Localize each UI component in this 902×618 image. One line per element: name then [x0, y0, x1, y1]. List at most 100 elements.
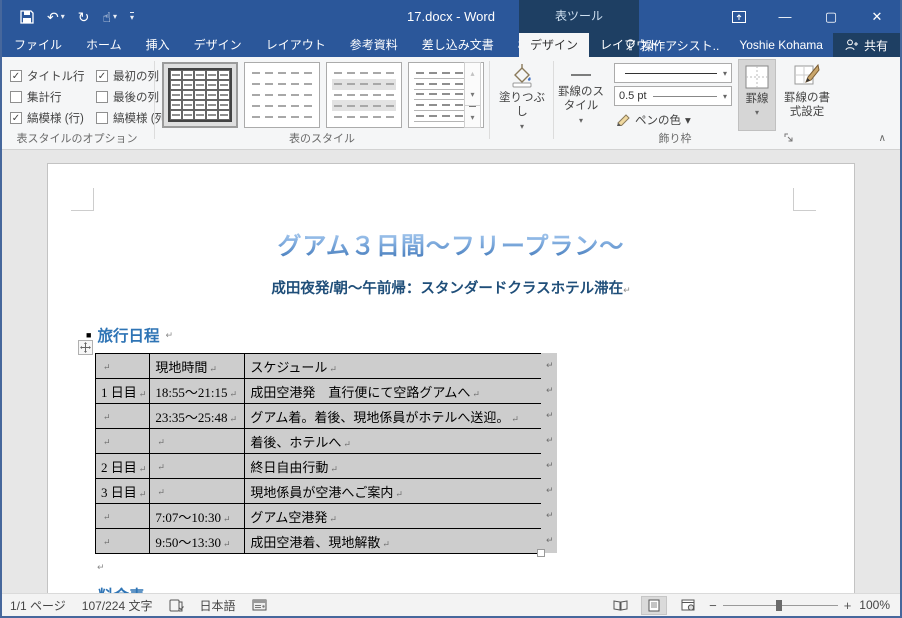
table-tools-header: 表ツール: [519, 0, 639, 33]
table-cell[interactable]: ↵: [149, 428, 246, 454]
table-cell[interactable]: ↵: [94, 403, 151, 429]
row-end-mark: ↵: [541, 353, 557, 378]
share-button[interactable]: 共有: [832, 33, 900, 57]
dialog-launcher-icon[interactable]: [784, 133, 796, 145]
table-cell[interactable]: グアム着。着後、現地係員がホテルへ送迎。 ↵: [244, 403, 543, 429]
table-cell[interactable]: ↵: [94, 503, 151, 529]
border-painter-button[interactable]: 罫線の書式設定: [780, 59, 834, 120]
user-name[interactable]: Yoshie Kohama: [729, 38, 833, 52]
table-cell[interactable]: ↵: [94, 528, 151, 554]
zoom-in-icon[interactable]: +: [844, 598, 852, 613]
word-window: ↶ ▾ ↻ ☝ ▾ ▾ 17.docx - Word 表ツール — ▢ ✕ ファイル…: [0, 0, 902, 618]
checkbox-box[interactable]: [10, 90, 22, 103]
table-cell[interactable]: グアム空港発 ↵: [244, 503, 543, 529]
gallery-scroll-up-icon[interactable]: ▴: [465, 63, 480, 84]
border-styles-button[interactable]: 罫線のスタイル ▾: [555, 59, 607, 126]
document-subtitle[interactable]: 成田夜発/朝～午前帰：スタンダードクラスホテル滞在↵: [48, 277, 854, 298]
person-plus-icon: [845, 39, 858, 51]
table-cell[interactable]: 1 日目 ↵: [94, 378, 151, 404]
line-weight-combo[interactable]: 0.5 pt ▾: [614, 86, 732, 106]
line-style-combo[interactable]: ▾: [614, 63, 732, 83]
shading-button[interactable]: 塗りつぶし ▾: [494, 59, 550, 132]
table-row: ↵ ↵ 着後、ホテルへ ↵: [94, 428, 543, 454]
zoom-slider-handle[interactable]: [775, 599, 782, 611]
pen-color-button[interactable]: ペンの色 ▾: [616, 112, 691, 128]
table-styles-gallery: [162, 62, 484, 128]
table-row: 2 日目 ↵ ↵ 終日自由行動 ↵: [94, 453, 543, 479]
zoom-slider[interactable]: − +: [709, 598, 851, 613]
table-cell[interactable]: 成田空港着、現地解散 ↵: [244, 528, 543, 554]
checkbox-box[interactable]: ✓: [10, 111, 22, 124]
table-style-thumbnail-banded[interactable]: [326, 62, 402, 128]
table-cell[interactable]: 18:55～21:15 ↵: [149, 378, 246, 404]
gallery-more-icon[interactable]: ▾: [465, 105, 480, 127]
read-mode-icon[interactable]: [607, 596, 633, 615]
table-cell[interactable]: 2 日目 ↵: [94, 453, 151, 479]
row-end-mark: ↵: [541, 403, 557, 428]
checkbox-タイトル行[interactable]: ✓ タイトル行: [10, 65, 96, 86]
tab-2[interactable]: 挿入: [134, 33, 182, 57]
document-title[interactable]: グアム３日間～フリープラン～: [48, 226, 854, 261]
word-count[interactable]: 107/224 文字: [82, 597, 153, 614]
language-indicator[interactable]: 日本語: [200, 597, 236, 614]
collapse-ribbon-icon[interactable]: ∧: [879, 133, 886, 144]
tab-0[interactable]: ファイル: [2, 33, 74, 57]
tab-3[interactable]: デザイン: [182, 33, 254, 57]
table-row: ↵ 9:50～13:30 ↵ 成田空港着、現地解散 ↵: [94, 528, 543, 554]
proofing-icon[interactable]: [169, 599, 184, 612]
tell-me-button[interactable]: 操作アシスト..: [615, 37, 729, 54]
tab-design[interactable]: デザイン: [519, 33, 590, 57]
heading-bullet: ■: [86, 330, 92, 340]
table-cell[interactable]: 終日自由行動 ↵: [244, 453, 543, 479]
table-cell[interactable]: 着後、ホテルへ ↵: [244, 428, 543, 454]
macro-icon[interactable]: [252, 599, 267, 611]
checkbox-集計行[interactable]: 集計行: [10, 86, 96, 107]
group-label-table-styles: 表のスタイル: [289, 133, 355, 145]
table-cell[interactable]: ↵: [149, 478, 246, 504]
tab-4[interactable]: レイアウト: [254, 33, 338, 57]
table-cell[interactable]: ↵: [149, 453, 246, 479]
row-end-mark: ↵: [541, 428, 557, 453]
document-heading[interactable]: ■ 旅行日程 ↵: [86, 324, 173, 346]
next-heading[interactable]: 料金表: [98, 584, 145, 593]
maximize-button[interactable]: ▢: [808, 0, 854, 33]
gallery-scroll-down-icon[interactable]: ▾: [465, 84, 480, 105]
zoom-out-icon[interactable]: −: [709, 598, 717, 613]
page-indicator[interactable]: 1/1 ページ: [10, 597, 66, 614]
checkbox-box[interactable]: ✓: [96, 69, 108, 82]
tab-5[interactable]: 参考資料: [338, 33, 410, 57]
table-cell[interactable]: 成田空港発 直行便にて空路グアムへ ↵: [244, 378, 543, 404]
row-end-mark: ↵: [541, 503, 557, 528]
gallery-scrollbar: ▴ ▾ ▾: [464, 62, 481, 128]
tab-6[interactable]: 差し込み文書: [410, 33, 506, 57]
table-cell[interactable]: ↵: [94, 353, 151, 379]
checkbox-box[interactable]: ✓: [10, 69, 22, 82]
table-cell[interactable]: 7:07～10:30 ↵: [149, 503, 246, 529]
table-cell[interactable]: 現地係員が空港へご案内 ↵: [244, 478, 543, 504]
borders-button[interactable]: 罫線 ▾: [738, 59, 776, 131]
checkbox-box[interactable]: [96, 111, 108, 124]
table-cell[interactable]: スケジュール ↵: [244, 353, 543, 379]
table-resize-handle[interactable]: [537, 549, 545, 557]
web-layout-icon[interactable]: [675, 596, 701, 615]
table-cell[interactable]: 9:50～13:30 ↵: [149, 528, 246, 554]
table-cell[interactable]: 23:35～25:48 ↵: [149, 403, 246, 429]
table-move-handle[interactable]: [78, 340, 93, 355]
minimize-button[interactable]: —: [762, 0, 808, 33]
ribbon-display-options-icon[interactable]: [716, 0, 762, 33]
document-page[interactable]: グアム３日間～フリープラン～ 成田夜発/朝～午前帰：スタンダードクラスホテル滞在…: [47, 163, 855, 593]
table-cell[interactable]: 現地時間 ↵: [149, 353, 246, 379]
table-style-thumbnail-plain[interactable]: [244, 62, 320, 128]
checkbox-縞模様 (行)[interactable]: ✓ 縞模様 (行): [10, 107, 96, 128]
tab-1[interactable]: ホーム: [74, 33, 134, 57]
table-cell[interactable]: ↵: [94, 428, 151, 454]
paragraph-mark: ↵: [97, 562, 105, 572]
zoom-level[interactable]: 100%: [859, 598, 890, 612]
margin-cropmark-right: [793, 188, 816, 211]
table-cell[interactable]: 3 日目 ↵: [94, 478, 151, 504]
checkbox-box[interactable]: [96, 90, 108, 103]
close-button[interactable]: ✕: [854, 0, 900, 33]
table-style-thumbnail-grid[interactable]: [162, 62, 238, 128]
print-layout-icon[interactable]: [641, 595, 668, 615]
ribbon-tab-row: ファイルホーム挿入デザインレイアウト参考資料差し込み文書校閲表示 デザイン レイ…: [2, 33, 900, 57]
